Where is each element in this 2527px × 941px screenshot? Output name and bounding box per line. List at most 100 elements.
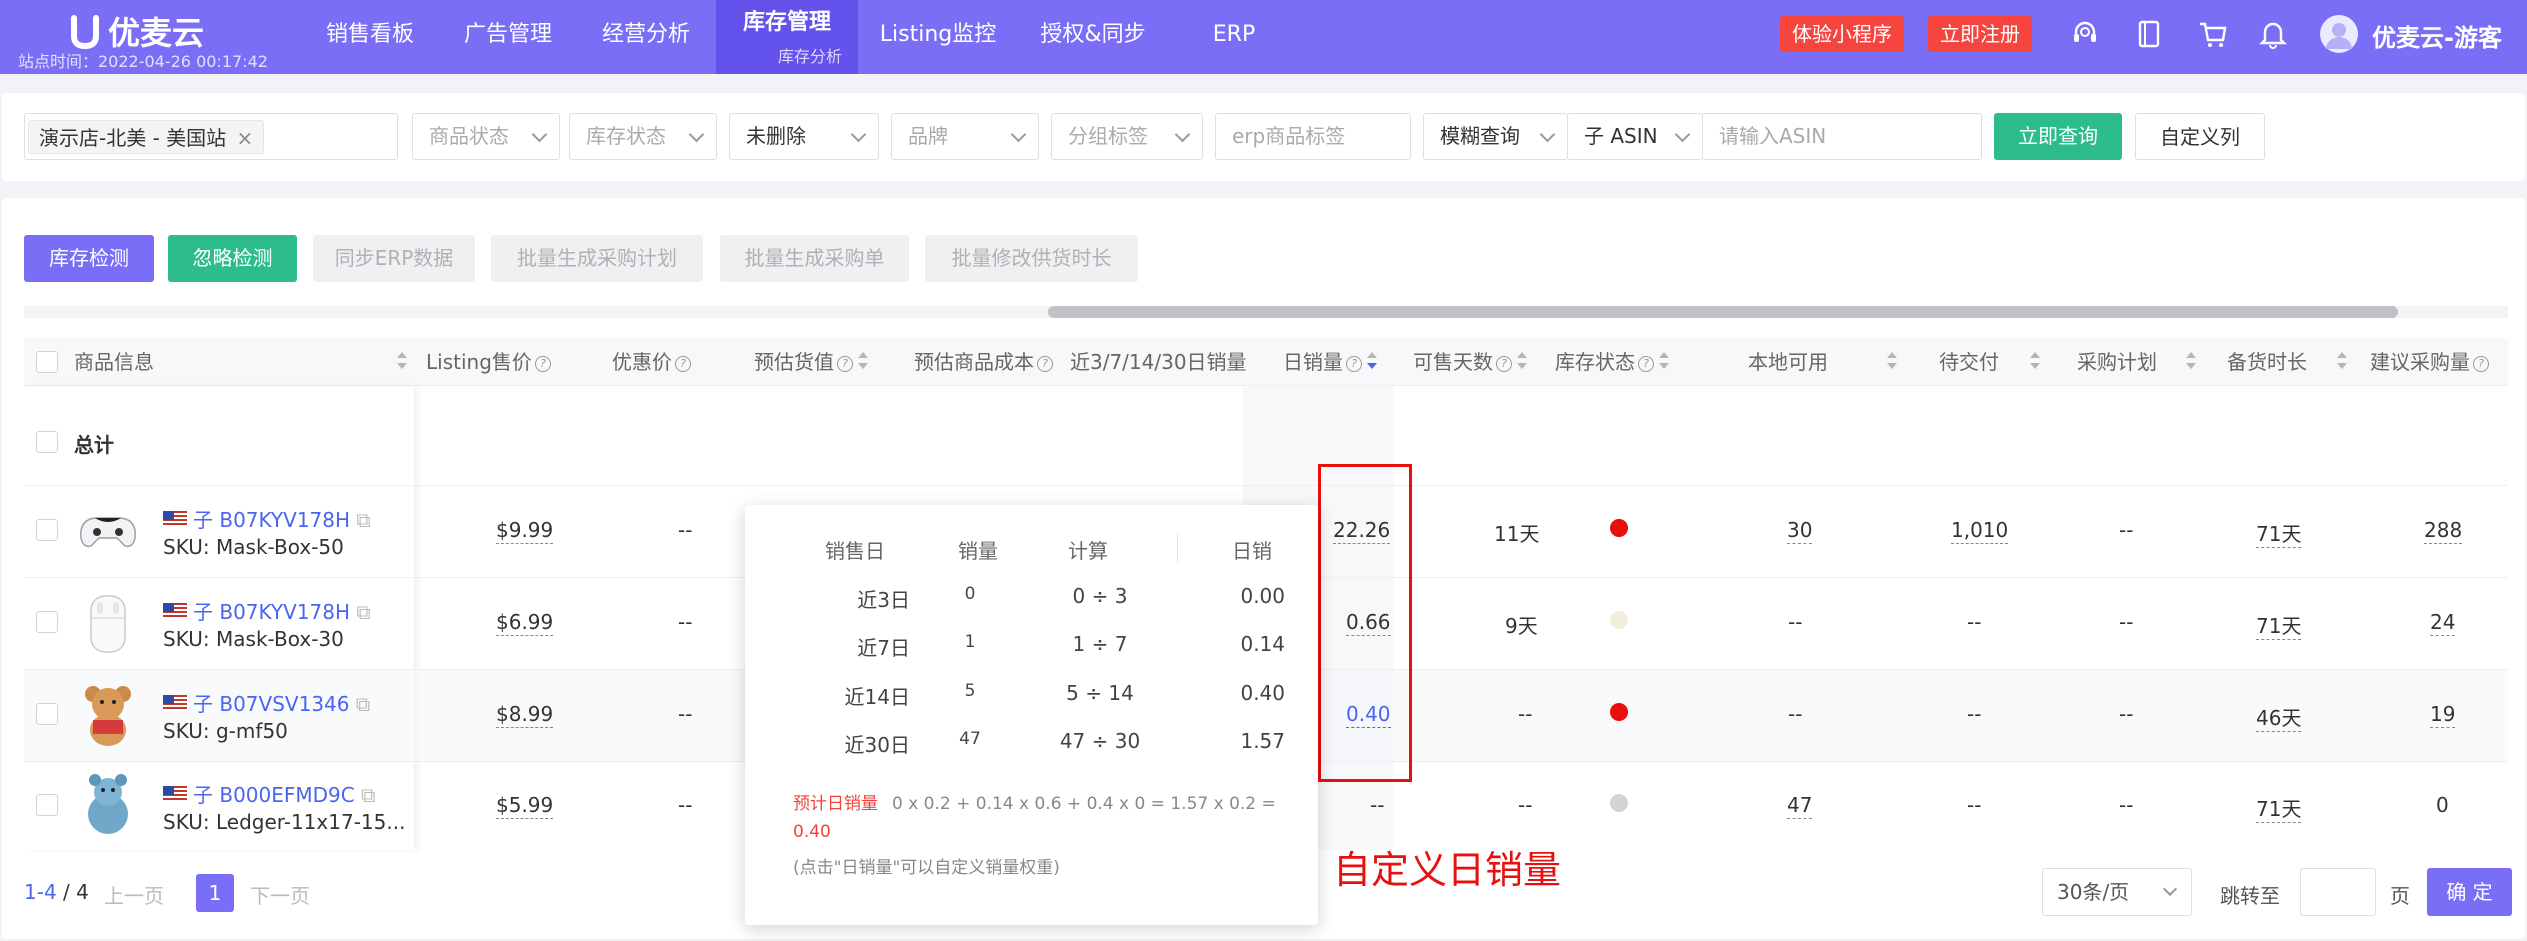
pop-formula: 预计日销量 0 x 0.2 + 0.14 x 0.6 + 0.4 x 0 = 1.… — [793, 790, 1293, 846]
pagination-total: / 4 — [63, 880, 89, 904]
product-image-plush[interactable] — [73, 770, 143, 840]
product-image-controller[interactable] — [73, 496, 143, 566]
custom-columns-button[interactable]: 自定义列 — [2135, 113, 2265, 160]
product-status-select[interactable]: 商品状态 — [412, 113, 560, 160]
col-stock-status[interactable]: 库存状态? — [1555, 338, 1669, 386]
avatar[interactable] — [2320, 15, 2358, 53]
jump-input[interactable] — [2300, 868, 2376, 916]
local-cell: -- — [1788, 702, 1803, 726]
help-icon: ? — [534, 356, 551, 372]
row-checkbox[interactable] — [36, 794, 58, 816]
select-all-checkbox[interactable] — [36, 351, 58, 373]
asin-type-select[interactable]: 子 ASIN — [1567, 113, 1703, 160]
deleted-select[interactable]: 未删除 — [729, 113, 879, 160]
stock-status-select[interactable]: 库存状态 — [569, 113, 717, 160]
col-sales-history[interactable]: 近3/7/14/30日销量 — [1070, 338, 1247, 386]
row-checkbox[interactable] — [36, 703, 58, 725]
col-daily-sales[interactable]: 日销量? — [1283, 338, 1377, 386]
row-checkbox[interactable] — [36, 611, 58, 633]
group-tag-label: 分组标签 — [1068, 124, 1148, 148]
col-product[interactable]: 商品信息 — [74, 338, 154, 386]
chevron-down-icon — [1539, 126, 1556, 143]
nav-auth[interactable]: 授权&同步 — [1028, 0, 1158, 74]
pop-qty: 0 — [964, 584, 976, 604]
sort-local[interactable] — [1882, 338, 1897, 386]
lead-value: 46天 — [2256, 706, 2302, 732]
fuzzy-select[interactable]: 模糊查询 — [1423, 113, 1568, 160]
bell-icon[interactable] — [2258, 18, 2288, 50]
cart-icon[interactable] — [2198, 18, 2228, 50]
lead-cell: 71天 — [2256, 793, 2302, 823]
query-button[interactable]: 立即查询 — [1994, 113, 2122, 160]
asin-link[interactable]: 子 B07KYV178H ⧉ — [163, 504, 371, 533]
col-est-value[interactable]: 预估货值? — [754, 338, 868, 386]
col-est-cost[interactable]: 预估商品成本? — [914, 338, 1053, 386]
col-local[interactable]: 本地可用 — [1748, 338, 1828, 386]
nav-listing[interactable]: Listing监控 — [870, 0, 1006, 74]
pending-cell: 1,010 — [1951, 518, 2009, 544]
col-suggest[interactable]: 建议采购量? — [2370, 338, 2489, 386]
asin-link[interactable]: 子 B07VSV1346 ⧉ — [163, 688, 370, 717]
external-link-icon[interactable]: ⧉ — [356, 508, 370, 532]
top-nav: 优麦云 站点时间：2022-04-26 00:17:42 销售看板 广告管理 经… — [0, 0, 2527, 74]
col-lead-time[interactable]: 备货时长 — [2227, 338, 2307, 386]
lead-value: 71天 — [2256, 797, 2302, 823]
product-image-earbuds[interactable] — [73, 588, 143, 658]
sort-pending[interactable] — [2025, 338, 2040, 386]
register-button[interactable]: 立即注册 — [1928, 16, 2032, 52]
ignore-check-button[interactable]: 忽略检测 — [168, 235, 297, 282]
batch-plan-button[interactable]: 批量生成采购计划 — [491, 235, 703, 282]
asin-search-input[interactable]: 请输入ASIN — [1702, 113, 1982, 160]
nav-analysis[interactable]: 经营分析 — [581, 0, 711, 74]
product-image-teddy[interactable] — [73, 680, 143, 750]
page-1-button[interactable]: 1 — [196, 874, 234, 912]
discount-cell: -- — [678, 793, 693, 817]
daily-sales-cell[interactable]: -- — [1370, 793, 1384, 817]
sync-erp-button[interactable]: 同步ERP数据 — [313, 235, 475, 282]
asin-type: 子 — [193, 783, 213, 807]
support-icon[interactable] — [2070, 18, 2100, 50]
total-row — [24, 386, 2508, 486]
row-checkbox[interactable] — [36, 519, 58, 541]
user-name[interactable]: 优麦云-游客 — [2372, 18, 2502, 53]
asin-link[interactable]: 子 B07KYV178H ⧉ — [163, 596, 371, 625]
external-link-icon[interactable]: ⧉ — [356, 692, 370, 716]
price-value: $6.99 — [496, 610, 554, 636]
sort-purchase[interactable] — [2181, 338, 2196, 386]
erp-tag-input[interactable]: erp商品标签 — [1215, 113, 1411, 160]
local-value: 47 — [1787, 793, 1813, 819]
external-link-icon[interactable]: ⧉ — [356, 600, 370, 624]
sort-product[interactable] — [392, 338, 407, 386]
col-days[interactable]: 可售天数? — [1413, 338, 1527, 386]
inventory-check-button[interactable]: 库存检测 — [24, 235, 154, 282]
external-link-icon[interactable]: ⧉ — [361, 783, 375, 807]
sort-lead[interactable] — [2332, 338, 2347, 386]
close-icon[interactable]: × — [237, 126, 254, 150]
group-tag-select[interactable]: 分组标签 — [1051, 113, 1203, 160]
nav-sales-board[interactable]: 销售看板 — [305, 0, 435, 74]
pop-day: 近14日 — [844, 685, 910, 709]
nav-erp[interactable]: ERP — [1190, 0, 1278, 74]
total-checkbox[interactable] — [36, 431, 58, 453]
store-tag[interactable]: 演示店-北美 - 美国站 × — [28, 120, 265, 154]
prev-page-button[interactable]: 上一页 — [104, 880, 164, 909]
trial-button[interactable]: 体验小程序 — [1780, 16, 1904, 52]
batch-lead-button[interactable]: 批量修改供货时长 — [925, 235, 1138, 282]
brand-select[interactable]: 品牌 — [891, 113, 1039, 160]
horizontal-scrollbar[interactable] — [1048, 306, 2398, 318]
col-pending[interactable]: 待交付 — [1939, 338, 1999, 386]
price-value: $8.99 — [496, 702, 554, 728]
col-purchase-plan[interactable]: 采购计划 — [2077, 338, 2157, 386]
col-price[interactable]: Listing售价? — [426, 338, 551, 386]
book-icon[interactable] — [2134, 18, 2164, 50]
col-discount[interactable]: 优惠价? — [612, 338, 691, 386]
pop-qty: 1 — [964, 632, 976, 652]
jump-confirm-button[interactable]: 确 定 — [2427, 868, 2512, 916]
page-size-select[interactable]: 30条/页 — [2042, 868, 2192, 916]
asin-link[interactable]: 子 B000EFMD9C ⧉ — [163, 779, 375, 808]
nav-ads[interactable]: 广告管理 — [443, 0, 573, 74]
batch-order-button[interactable]: 批量生成采购单 — [720, 235, 909, 282]
nav-inventory[interactable]: 库存管理 库存分析 — [716, 0, 858, 74]
sku-text: SKU: g-mf50 — [163, 719, 288, 743]
next-page-button[interactable]: 下一页 — [250, 880, 310, 909]
